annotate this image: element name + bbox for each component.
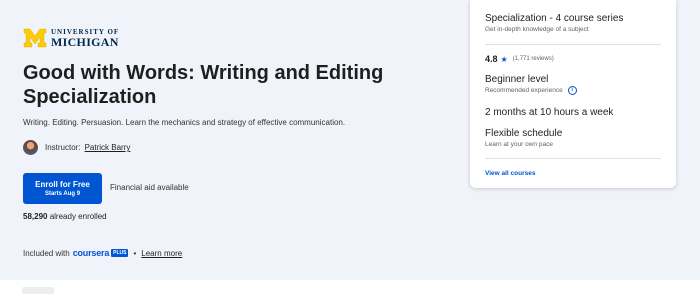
content-strip: [0, 280, 700, 294]
duration-block: 2 months at 10 hours a week: [485, 107, 613, 119]
content-placeholder: [22, 287, 54, 294]
instructor-link[interactable]: Patrick Barry: [85, 143, 131, 152]
card-divider: [485, 158, 661, 159]
star-icon: ★: [500, 54, 508, 64]
enrolled-number: 58,290: [23, 212, 48, 221]
instructor-avatar: [23, 140, 38, 155]
university-m-logo-icon: [23, 28, 47, 48]
financial-aid-text: Financial aid available: [110, 183, 189, 192]
series-block: Specialization - 4 course series Get in-…: [485, 13, 623, 34]
level-title: Beginner level: [485, 74, 549, 85]
plus-badge: PLUS: [111, 249, 129, 257]
enroll-button-label: Enroll for Free: [35, 179, 90, 189]
rating-row: 4.8 ★ (1,771 reviews): [485, 54, 554, 64]
coursera-plus-logo: coursera: [72, 248, 110, 258]
instructor-label: Instructor:: [45, 143, 81, 152]
course-description: Writing. Editing. Persuasion. Learn the …: [23, 118, 346, 127]
schedule-title: Flexible schedule: [485, 128, 563, 139]
enrolled-text: already enrolled: [49, 212, 107, 221]
enroll-button[interactable]: Enroll for Free Starts Aug 9: [23, 173, 102, 204]
view-all-courses-link[interactable]: View all courses: [485, 170, 535, 177]
level-subtitle: Recommended experience: [485, 87, 563, 95]
separator-dot: •: [133, 248, 137, 258]
included-prefix: Included with: [23, 248, 70, 258]
schedule-block: Flexible schedule Learn at your own pace: [485, 128, 562, 149]
university-logo-text: UNIVERSITY OF MICHIGAN: [51, 28, 119, 49]
level-block: Beginner level Recommended experience i: [485, 74, 577, 95]
course-title: Good with Words: Writing and Editing Spe…: [23, 62, 384, 108]
card-divider: [485, 44, 661, 45]
enroll-button-start-date: Starts Aug 9: [44, 190, 81, 197]
review-count: (1,771 reviews): [512, 56, 554, 62]
duration-title: 2 months at 10 hours a week: [485, 107, 614, 118]
level-subtitle-row: Recommended experience i: [485, 86, 577, 95]
rating-value: 4.8: [485, 54, 498, 64]
course-info-card: Specialization - 4 course series Get in-…: [470, 0, 676, 188]
series-title: Specialization - 4 course series: [485, 13, 624, 24]
schedule-subtitle: Learn at your own pace: [485, 141, 553, 148]
learn-more-link[interactable]: Learn more: [141, 249, 182, 258]
university-logo[interactable]: UNIVERSITY OF MICHIGAN: [23, 28, 119, 48]
series-subtitle: Get in-depth knowledge of a subject: [485, 26, 589, 33]
info-icon[interactable]: i: [567, 86, 577, 95]
enrolled-count: 58,290 already enrolled: [23, 212, 107, 221]
logo-line-2: MICHIGAN: [51, 34, 119, 49]
included-with-row: Included with coursera PLUS • Learn more: [23, 248, 182, 258]
instructor-row: Instructor: Patrick Barry: [23, 140, 130, 155]
